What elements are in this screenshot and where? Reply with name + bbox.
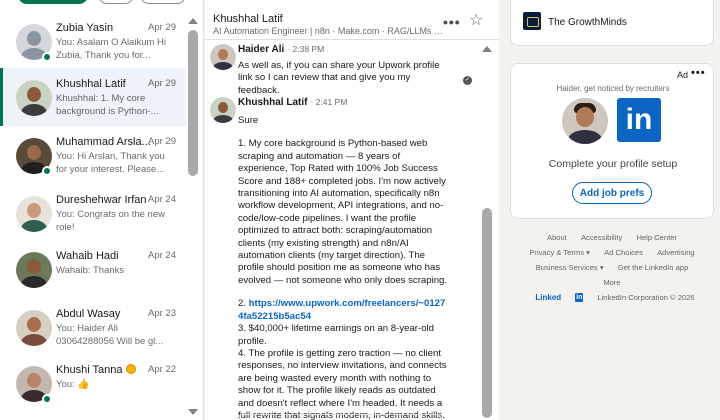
conversation-name: Zubia Yasin — [56, 22, 114, 34]
filter-pills — [0, 0, 203, 6]
avatar[interactable] — [210, 44, 236, 70]
conversation-item[interactable]: Dureshehwar Irfan Apr 24 You: Congrats o… — [0, 184, 186, 242]
conversation-date: Apr 29 — [148, 136, 176, 147]
avatar — [16, 80, 52, 116]
message-text: Sure 1. My core background is Python-bas… — [238, 115, 448, 420]
footer-link-get-app[interactable]: Get the LinkedIn app — [618, 263, 689, 272]
conversation-date: Apr 24 — [148, 194, 176, 205]
conversation-preview: Wahaib: Thanks — [56, 265, 125, 276]
message-composer[interactable] — [237, 414, 442, 420]
online-indicator — [42, 52, 52, 62]
thread-header: Khushhal Latif AI Automation Engineer | … — [205, 0, 499, 40]
footer-link-privacy[interactable]: Privacy & Terms ▾ — [529, 248, 590, 257]
footer-copyright: LinkedIn Corporation © 2026 — [597, 293, 695, 302]
ad-more-options-icon[interactable]: ••• — [691, 67, 706, 79]
avatar — [16, 196, 52, 232]
star-icon[interactable]: ☆ — [469, 10, 483, 30]
conversation-list: Zubia Yasin Apr 29 You: Asalam O Alaikum… — [0, 0, 204, 420]
conversation-preview: You: Congrats on the new role! — [56, 209, 165, 233]
conversation-date: Apr 23 — [148, 308, 176, 319]
conversation-date: Apr 24 — [148, 250, 176, 261]
ad-user-avatar — [562, 98, 608, 144]
online-indicator — [42, 394, 52, 404]
avatar — [16, 310, 52, 346]
footer-link-about[interactable]: About — [547, 233, 567, 242]
online-indicator — [42, 166, 52, 176]
avatar — [16, 252, 52, 288]
filter-pill-2[interactable] — [98, 0, 134, 4]
scroll-up-arrow-icon[interactable] — [188, 18, 198, 24]
add-job-prefs-button[interactable]: Add job prefs — [572, 182, 652, 204]
conversation-date: Apr 22 — [148, 364, 176, 375]
company-card[interactable]: The GrowthMinds — [510, 0, 714, 46]
upwork-profile-link[interactable]: https://www.upwork.com/freelancers/~0127… — [238, 298, 445, 321]
conversation-preview: You: Hi Arslan, Thank you for your intere… — [56, 151, 165, 175]
ad-card: Ad ••• Haider, get noticed by recruiters… — [510, 63, 714, 219]
message-sender: Khushhal Latif · 2:41 PM — [238, 97, 348, 108]
conversation-date: Apr 29 — [148, 22, 176, 33]
scroll-down-arrow-icon[interactable] — [188, 409, 198, 415]
conversation-preview: You: Asalam O Alaikum Hi Zubia, Thank you… — [56, 37, 167, 61]
conversation-preview: Khushhal: 1. My core background is Python… — [56, 93, 159, 117]
conversation-name: Wahaib Hadi — [56, 250, 119, 262]
conversation-item[interactable]: Wahaib Hadi Apr 24 Wahaib: Thanks — [0, 240, 186, 298]
company-name[interactable]: The GrowthMinds — [548, 17, 627, 28]
conversation-name: Muhammad Arsla... — [56, 136, 151, 148]
conversation-date: Apr 29 — [148, 78, 176, 89]
message-sender: Haider Ali · 2:38 PM — [238, 44, 325, 55]
filter-pill-3[interactable] — [140, 0, 186, 4]
linkedin-logo-icon: in — [617, 98, 661, 142]
conversation-name: Dureshehwar Irfan — [56, 194, 147, 206]
scroll-up-arrow-icon[interactable] — [482, 46, 492, 52]
conversation-preview: You: Haider Ali 03064288056 Will be gl... — [56, 323, 164, 347]
message-time: · 2:41 PM — [310, 97, 348, 107]
footer-link-business[interactable]: Business Services ▾ — [536, 263, 604, 272]
filter-pill-focused[interactable] — [18, 0, 88, 4]
conversation-name: Khushi Tanna — [56, 364, 152, 376]
smile-emoji-icon — [125, 364, 136, 374]
conversation-list-scrollbar[interactable] — [188, 30, 198, 176]
ad-tagline: Haider, get noticed by recruiters — [556, 84, 670, 93]
footer-link-accessibility[interactable]: Accessibility — [581, 233, 622, 242]
conversation-item[interactable]: Khushi Tanna Apr 22 You: 👍 — [0, 354, 186, 412]
thread-scrollbar[interactable] — [482, 208, 492, 418]
conversation-preview: You: 👍 — [56, 379, 90, 390]
conversation-item-selected[interactable]: Khushhal Latif Apr 29 Khushhal: 1. My co… — [0, 68, 186, 126]
conversation-item[interactable]: Abdul Wasay Apr 23 You: Haider Ali 030642… — [0, 298, 186, 356]
message-time: · 2:38 PM — [287, 44, 325, 54]
footer-link-advertising[interactable]: Advertising — [657, 248, 695, 257]
message-text: As well as, if you can share your Upwork… — [238, 60, 440, 96]
avatar[interactable] — [210, 97, 236, 123]
ad-headline: Complete your profile setup — [548, 158, 678, 170]
messaging-app: Zubia Yasin Apr 29 You: Asalam O Alaikum… — [0, 0, 720, 420]
conversation-name: Abdul Wasay — [56, 308, 121, 320]
thumbs-up-emoji-icon: 👍 — [77, 379, 90, 390]
thread-contact-headline: AI Automation Engineer | n8n · Make.com … — [213, 26, 443, 36]
thread-contact-name[interactable]: Khushhal Latif — [213, 13, 283, 25]
conversation-name: Khushhal Latif — [56, 78, 126, 90]
conversation-item[interactable]: Zubia Yasin Apr 29 You: Asalam O Alaikum… — [0, 12, 186, 70]
conversation-item[interactable]: Muhammad Arsla... Apr 29 You: Hi Arslan,… — [0, 126, 186, 184]
growthminds-logo-icon — [523, 12, 541, 30]
message-thread: Khushhal Latif AI Automation Engineer | … — [205, 0, 499, 420]
footer: About Accessibility Help Center Privacy … — [510, 230, 714, 305]
more-options-icon[interactable]: ••• — [443, 14, 461, 30]
footer-link-more[interactable]: More — [603, 278, 620, 287]
ad-label: Ad — [677, 70, 689, 80]
footer-link-help[interactable]: Help Center — [636, 233, 677, 242]
footer-link-ad-choices[interactable]: Ad Choices — [604, 248, 643, 257]
footer-linkedin-brand: Linked in — [535, 293, 584, 302]
read-receipt-icon: ✓ — [463, 76, 472, 85]
